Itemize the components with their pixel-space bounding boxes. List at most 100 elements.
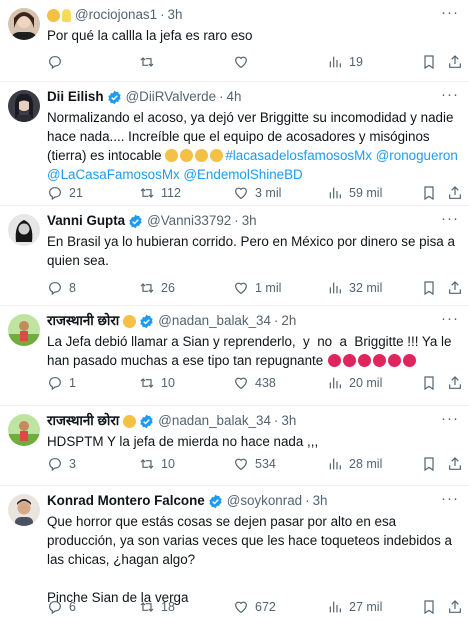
share-button[interactable] xyxy=(447,373,463,393)
timestamp[interactable]: 3h xyxy=(168,6,183,24)
tweet[interactable]: राजस्थानी छोरा @nadan_balak_34 · 2h ··· … xyxy=(0,306,469,406)
hashtag-link[interactable]: #lacasadelosfamososMx xyxy=(225,148,372,163)
views-icon xyxy=(329,601,341,613)
retweet-button[interactable]: 26 xyxy=(139,278,175,298)
display-name[interactable]: राजस्थानी छोरा xyxy=(47,412,119,430)
bookmark-button[interactable] xyxy=(421,183,437,203)
retweet-count: 26 xyxy=(161,281,175,295)
tweet-text: En Brasil ya lo hubieran corrido. Pero e… xyxy=(47,234,459,268)
tweet[interactable]: Vanni Gupta @Vanni33792 · 3h ··· En Bras… xyxy=(0,206,469,306)
share-button[interactable] xyxy=(447,183,463,203)
angry-emoji xyxy=(373,354,387,367)
mention-link[interactable]: @LaCasaFamososMx xyxy=(47,167,180,182)
reply-count: 21 xyxy=(69,186,83,200)
reply-button[interactable]: 8 xyxy=(47,278,76,298)
view-count: 32 mil xyxy=(349,281,383,295)
like-button[interactable] xyxy=(233,52,255,72)
views-button[interactable]: 19 xyxy=(327,52,363,72)
user-handle[interactable]: @soykonrad xyxy=(227,492,302,510)
more-icon[interactable]: ··· xyxy=(441,5,459,20)
timestamp[interactable]: 3h xyxy=(242,212,257,230)
retweet-icon xyxy=(140,378,154,388)
more-icon[interactable]: ··· xyxy=(441,311,459,326)
views-icon xyxy=(329,282,341,294)
more-icon[interactable]: ··· xyxy=(441,211,459,226)
share-icon xyxy=(449,457,461,470)
retweet-count: 10 xyxy=(161,457,175,471)
retweet-button[interactable]: 10 xyxy=(139,454,175,474)
like-button[interactable]: 672 xyxy=(233,597,276,617)
bookmark-button[interactable] xyxy=(421,373,437,393)
user-handle[interactable]: @DiiRValverde xyxy=(126,88,217,106)
like-icon xyxy=(235,187,247,200)
share-button[interactable] xyxy=(447,278,463,298)
timestamp[interactable]: 3h xyxy=(281,412,296,430)
timestamp[interactable]: 4h xyxy=(227,88,242,106)
user-handle[interactable]: @nadan_balak_34 xyxy=(158,412,271,430)
more-icon[interactable]: ··· xyxy=(441,491,459,506)
worried-emoji xyxy=(180,149,194,162)
bookmark-icon xyxy=(424,600,434,615)
reply-button[interactable] xyxy=(47,52,69,72)
more-icon[interactable]: ··· xyxy=(441,87,459,102)
reply-button[interactable]: 6 xyxy=(47,597,76,617)
retweet-icon xyxy=(140,459,154,469)
avatar[interactable] xyxy=(8,314,40,346)
display-name[interactable]: राजस्थानी छोरा xyxy=(47,312,119,330)
reply-button[interactable]: 3 xyxy=(47,454,76,474)
angry-emoji xyxy=(328,354,342,367)
like-count: 438 xyxy=(255,376,276,390)
more-icon[interactable]: ··· xyxy=(441,411,459,426)
action-bar: 19 xyxy=(47,52,461,72)
retweet-button[interactable]: 112 xyxy=(139,183,181,203)
avatar[interactable] xyxy=(8,90,40,122)
retweet-count: 112 xyxy=(161,186,181,200)
tweet[interactable]: राजस्थानी छोरा @nadan_balak_34 · 3h ··· … xyxy=(0,406,469,486)
timestamp[interactable]: 2h xyxy=(281,312,296,330)
user-handle[interactable]: @nadan_balak_34 xyxy=(158,312,271,330)
views-button[interactable]: 59 mil xyxy=(327,183,382,203)
display-name[interactable]: Dii Eilish xyxy=(47,88,104,106)
display-name[interactable]: Vanni Gupta xyxy=(47,212,125,230)
bookmark-button[interactable] xyxy=(421,278,437,298)
share-button[interactable] xyxy=(447,52,463,72)
retweet-icon xyxy=(140,602,154,612)
like-button[interactable]: 438 xyxy=(233,373,276,393)
bookmark-button[interactable] xyxy=(421,597,437,617)
like-count: 1 mil xyxy=(255,281,282,295)
views-button[interactable]: 27 mil xyxy=(327,597,382,617)
bookmark-button[interactable] xyxy=(421,454,437,474)
bookmark-icon xyxy=(424,186,434,201)
reply-feed: @rociojonas1 · 3h ··· Por qué la callla … xyxy=(0,0,469,621)
like-button[interactable]: 3 mil xyxy=(233,183,281,203)
reply-button[interactable]: 1 xyxy=(47,373,76,393)
timestamp[interactable]: 3h xyxy=(313,492,328,510)
user-handle[interactable]: @Vanni33792 xyxy=(147,212,231,230)
name-emoji-smile xyxy=(47,8,60,22)
mention-link[interactable]: @EndemolShineBD xyxy=(183,167,302,182)
share-button[interactable] xyxy=(447,454,463,474)
user-handle[interactable]: @rociojonas1 xyxy=(75,6,157,24)
worried-emoji xyxy=(165,149,179,162)
reply-button[interactable]: 21 xyxy=(47,183,83,203)
like-button[interactable]: 534 xyxy=(233,454,276,474)
avatar[interactable] xyxy=(8,214,40,246)
tweet[interactable]: @rociojonas1 · 3h ··· Por qué la callla … xyxy=(0,0,469,82)
tweet[interactable]: Konrad Montero Falcone @soykonrad · 3h ·… xyxy=(0,486,469,621)
bookmark-button[interactable] xyxy=(421,52,437,72)
mention-link[interactable]: @ronogueron xyxy=(376,148,458,163)
avatar[interactable] xyxy=(8,8,40,40)
tweet[interactable]: Dii Eilish @DiiRValverde · 4h ··· Normal… xyxy=(0,82,469,206)
retweet-button[interactable]: 10 xyxy=(139,373,175,393)
views-button[interactable]: 28 mil xyxy=(327,454,382,474)
avatar[interactable] xyxy=(8,414,40,446)
retweet-button[interactable]: 18 xyxy=(139,597,175,617)
share-button[interactable] xyxy=(447,597,463,617)
separator-dot: · xyxy=(273,413,279,428)
avatar[interactable] xyxy=(8,494,40,526)
display-name[interactable]: Konrad Montero Falcone xyxy=(47,492,205,510)
like-button[interactable]: 1 mil xyxy=(233,278,281,298)
views-button[interactable]: 32 mil xyxy=(327,278,382,298)
retweet-button[interactable] xyxy=(139,52,161,72)
views-button[interactable]: 20 mil xyxy=(327,373,382,393)
